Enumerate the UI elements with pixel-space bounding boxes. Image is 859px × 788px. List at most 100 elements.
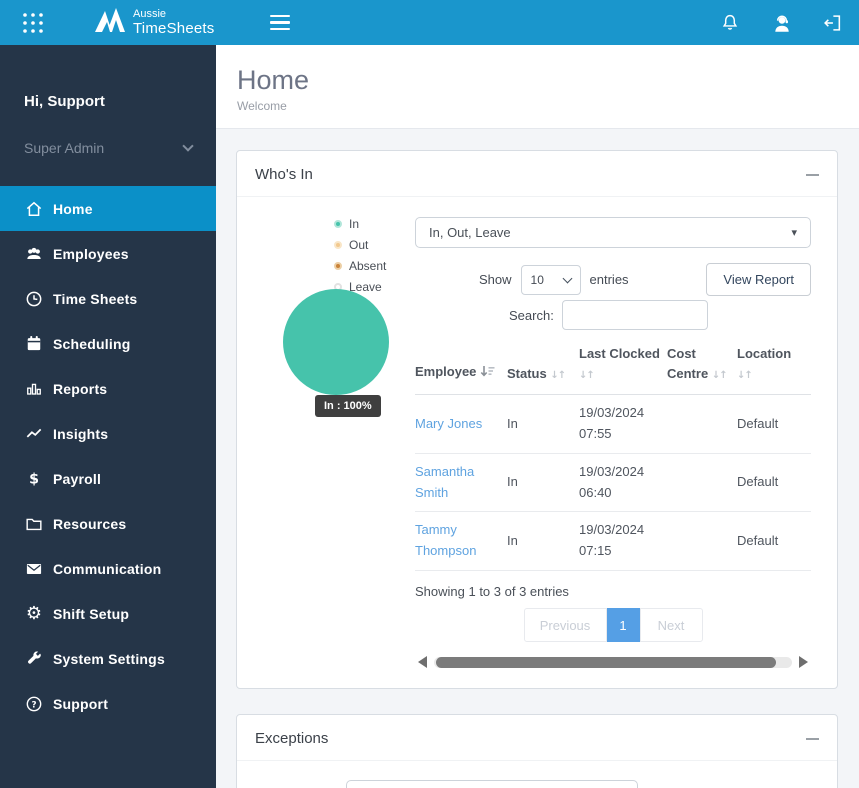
legend-item-absent[interactable]: Absent — [334, 259, 415, 273]
sidebar-item-system-settings[interactable]: System Settings — [0, 636, 216, 681]
employees-icon — [24, 243, 44, 265]
brand-line-1: Aussie — [133, 9, 214, 20]
status-filter-value: In, Out, Leave — [429, 225, 511, 240]
legend-swatch — [334, 262, 342, 270]
search-input[interactable] — [562, 300, 708, 330]
sort-both-icon: ↓↑ — [712, 370, 727, 381]
scroll-right-arrow-icon[interactable] — [799, 656, 808, 668]
column-header-last-clocked[interactable]: Last Clocked ↓↑ — [579, 340, 667, 395]
location-cell: Default — [737, 395, 811, 454]
legend-label: In — [349, 217, 359, 231]
brand-line-2: TimeSheets — [133, 21, 214, 36]
home-icon — [24, 198, 44, 220]
collapse-card-icon[interactable] — [806, 168, 819, 181]
sidebar-item-payroll[interactable]: $ Payroll — [0, 456, 216, 501]
employee-link[interactable]: Tammy Thompson — [415, 522, 476, 558]
table-search: Search: — [415, 300, 811, 330]
show-label: Show — [479, 272, 512, 287]
page-subtitle: Welcome — [237, 99, 859, 113]
last-clocked-cell: 19/03/2024 07:55 — [579, 395, 667, 454]
menu-toggle-icon[interactable] — [270, 15, 290, 31]
location-cell: Default — [737, 453, 811, 512]
chevron-down-icon — [562, 273, 572, 283]
sidebar-item-label: System Settings — [53, 651, 165, 667]
cost-centre-cell — [667, 512, 737, 571]
last-clocked-cell: 19/03/2024 07:15 — [579, 512, 667, 571]
svg-text:$: $ — [29, 472, 39, 488]
sidebar-item-reports[interactable]: Reports — [0, 366, 216, 411]
sidebar-item-scheduling[interactable]: Scheduling — [0, 321, 216, 366]
sidebar-item-label: Communication — [53, 561, 161, 577]
sidebar-item-home[interactable]: Home — [0, 186, 216, 231]
sidebar-item-resources[interactable]: Resources — [0, 501, 216, 546]
legend-item-out[interactable]: Out — [334, 238, 415, 252]
cost-centre-cell — [667, 395, 737, 454]
folder-icon — [24, 513, 44, 535]
cost-centre-cell — [667, 453, 737, 512]
view-report-button[interactable]: View Report — [706, 263, 811, 296]
sidebar-item-label: Shift Setup — [53, 606, 129, 622]
sidebar-item-employees[interactable]: Employees — [0, 231, 216, 276]
sort-both-icon: ↓↑ — [550, 370, 565, 381]
scroll-left-arrow-icon[interactable] — [418, 656, 427, 668]
sidebar-item-label: Insights — [53, 426, 108, 442]
column-header-cost-centre[interactable]: Cost Centre ↓↑ — [667, 340, 737, 395]
mountain-logo-icon — [93, 5, 129, 40]
logout-icon[interactable] — [821, 12, 843, 34]
scrollbar-thumb[interactable] — [436, 657, 776, 668]
role-selector[interactable]: Super Admin — [24, 140, 192, 172]
sidebar-item-insights[interactable]: Insights — [0, 411, 216, 456]
department-select[interactable]: All Departments — [346, 780, 638, 788]
table-row: Tammy Thompson In 19/03/2024 07:15 Defau… — [415, 512, 811, 571]
trend-line-icon — [24, 423, 44, 445]
role-label: Super Admin — [24, 140, 104, 156]
pagination: Previous 1 Next — [415, 608, 811, 642]
bar-chart-icon — [24, 378, 44, 400]
pie-chart[interactable] — [283, 289, 389, 395]
column-header-employee[interactable]: Employee — [415, 340, 507, 395]
sort-amount-icon — [480, 364, 495, 384]
gear-icon: ⚙ — [24, 603, 44, 625]
previous-page-button[interactable]: Previous — [524, 608, 607, 642]
sort-both-icon: ↓↑ — [579, 370, 594, 381]
entries-label: entries — [590, 272, 629, 287]
main-content: Home Welcome Who's In In — [216, 45, 859, 788]
legend-item-in[interactable]: In — [334, 217, 415, 231]
column-header-status[interactable]: Status ↓↑ — [507, 340, 579, 395]
column-header-location[interactable]: Location ↓↑ — [737, 340, 811, 395]
collapse-card-icon[interactable] — [806, 732, 819, 745]
exceptions-title: Exceptions — [255, 730, 328, 747]
sidebar-item-support[interactable]: ? Support — [0, 681, 216, 726]
table-summary: Showing 1 to 3 of 3 entries — [415, 584, 811, 599]
next-page-button[interactable]: Next — [640, 608, 703, 642]
app-grid-icon[interactable] — [21, 11, 45, 35]
notifications-bell-icon[interactable] — [719, 12, 741, 34]
table-row: Mary Jones In 19/03/2024 07:55 Default — [415, 395, 811, 454]
current-page-button[interactable]: 1 — [607, 608, 640, 642]
status-cell: In — [507, 453, 579, 512]
location-cell: Default — [737, 512, 811, 571]
last-clocked-cell: 19/03/2024 06:40 — [579, 453, 667, 512]
svg-text:?: ? — [31, 700, 36, 710]
employee-link[interactable]: Mary Jones — [415, 416, 482, 431]
support-account-icon[interactable] — [770, 12, 792, 34]
page-size-select[interactable]: 10 — [521, 265, 581, 295]
sidebar-item-communication[interactable]: Communication — [0, 546, 216, 591]
sidebar-item-label: Payroll — [53, 471, 101, 487]
clock-icon — [24, 288, 44, 310]
topbar-actions — [719, 12, 859, 34]
legend-swatch — [334, 220, 342, 228]
scrollbar-track[interactable] — [434, 657, 792, 668]
sidebar-item-time-sheets[interactable]: Time Sheets — [0, 276, 216, 321]
sidebar-item-label: Scheduling — [53, 336, 130, 352]
help-circle-icon: ? — [24, 693, 44, 715]
caret-down-icon: ▾ — [791, 226, 797, 239]
brand-logo[interactable]: Aussie TimeSheets — [93, 5, 214, 40]
whos-in-title: Who's In — [255, 166, 313, 183]
employee-link[interactable]: Samantha Smith — [415, 464, 474, 500]
legend-label: Absent — [349, 259, 386, 273]
legend-label: Out — [349, 238, 368, 252]
sidebar-item-shift-setup[interactable]: ⚙ Shift Setup — [0, 591, 216, 636]
status-filter-select[interactable]: In, Out, Leave ▾ — [415, 217, 811, 248]
sidebar-item-label: Support — [53, 696, 108, 712]
